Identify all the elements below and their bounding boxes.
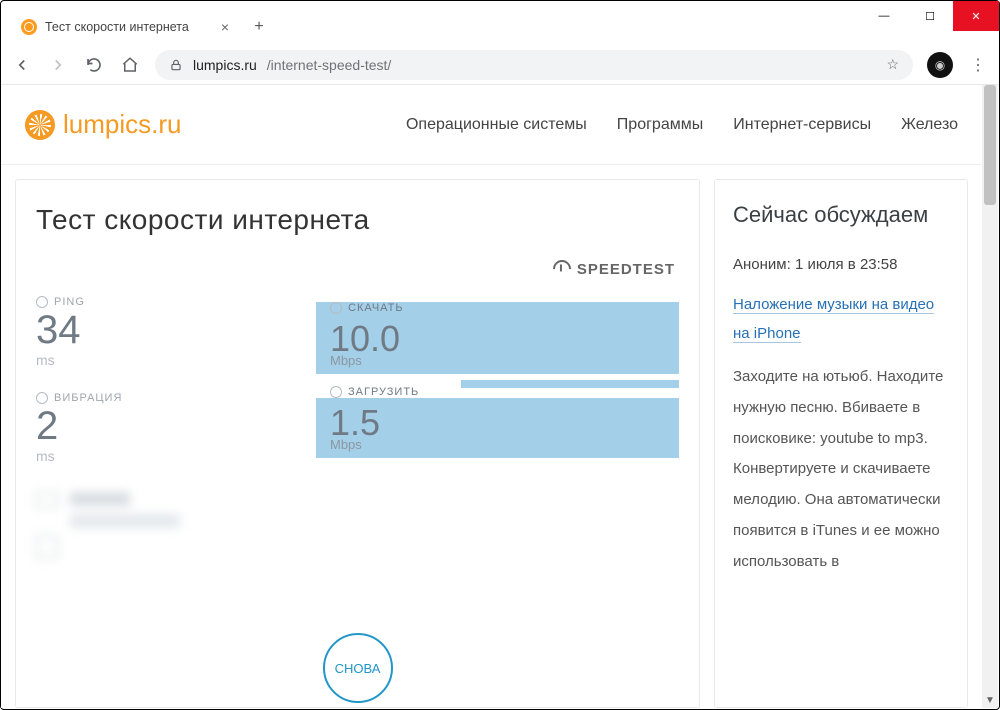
- download-unit: Mbps: [330, 353, 362, 368]
- reload-button[interactable]: [83, 54, 105, 76]
- browser-menu-button[interactable]: ⋮: [967, 54, 989, 76]
- download-icon: [330, 302, 342, 314]
- page-title: Тест скорости интернета: [36, 204, 679, 236]
- nav-programs[interactable]: Программы: [617, 116, 703, 134]
- back-button[interactable]: [11, 54, 33, 76]
- tab-close-button[interactable]: ×: [221, 19, 229, 35]
- gauge-icon: [549, 256, 574, 281]
- jitter-unit: ms: [36, 448, 316, 464]
- speedtest-brand-text: SPEEDTEST: [577, 261, 675, 278]
- site-header: lumpics.ru Операционные системы Программ…: [1, 85, 982, 165]
- ping-value: 34: [36, 308, 316, 352]
- home-button[interactable]: [119, 54, 141, 76]
- nav-hardware[interactable]: Железо: [901, 116, 958, 134]
- ping-unit: ms: [36, 352, 316, 368]
- server-icon: [36, 536, 58, 558]
- ping-metric: PING 34 ms: [36, 296, 316, 368]
- forward-button[interactable]: [47, 54, 69, 76]
- comment-time: 1 июля в 23:58: [795, 256, 898, 273]
- scroll-down-button[interactable]: ▼: [982, 692, 998, 708]
- browser-tab[interactable]: Тест скорости интернета ×: [11, 10, 239, 44]
- new-tab-button[interactable]: +: [245, 13, 273, 41]
- upload-icon: [330, 386, 342, 398]
- vertical-scrollbar[interactable]: ▲ ▼: [982, 85, 998, 708]
- nav-os[interactable]: Операционные системы: [406, 116, 587, 134]
- ping-icon: [36, 296, 48, 308]
- url-path: /internet-speed-test/: [267, 57, 392, 73]
- address-bar[interactable]: lumpics.ru/internet-speed-test/ ☆: [155, 50, 913, 80]
- download-label: СКАЧАТЬ: [348, 302, 404, 314]
- tab-title: Тест скорости интернета: [45, 20, 189, 34]
- logo-text: lumpics.ru: [63, 109, 181, 140]
- run-again-label: СНОВА: [335, 661, 381, 676]
- nav-internet-services[interactable]: Интернет-сервисы: [733, 116, 871, 134]
- jitter-value: 2: [36, 404, 316, 448]
- upload-graph: ЗАГРУЗИТЬ 1.5 Mbps: [316, 380, 679, 458]
- jitter-label: ВИБРАЦИЯ: [54, 392, 122, 404]
- server-info-blurred: [36, 492, 679, 558]
- run-again-button[interactable]: СНОВА: [323, 633, 393, 703]
- site-logo[interactable]: lumpics.ru: [25, 109, 181, 140]
- sidebar-heading: Сейчас обсуждаем: [733, 200, 949, 230]
- jitter-icon: [36, 392, 48, 404]
- comment-body: Заходите на ютьюб. Находите нужную песню…: [733, 362, 949, 577]
- scrollbar-thumb[interactable]: [984, 85, 996, 205]
- main-card: Тест скорости интернета SPEEDTEST PING 3…: [15, 179, 700, 708]
- favicon-icon: [21, 19, 37, 35]
- device-icon: [36, 492, 58, 508]
- download-graph: СКАЧАТЬ 10.0 Mbps: [316, 296, 679, 374]
- ping-label: PING: [54, 296, 85, 308]
- comment-link[interactable]: Наложение музыки на видео на iPhone: [733, 296, 934, 343]
- window-close-button[interactable]: ✕: [953, 1, 999, 31]
- upload-unit: Mbps: [330, 437, 362, 452]
- comment-author: Аноним:: [733, 256, 791, 273]
- bookmark-star-button[interactable]: ☆: [886, 56, 899, 73]
- window-maximize-button[interactable]: ☐: [907, 1, 953, 31]
- url-domain: lumpics.ru: [193, 57, 257, 73]
- jitter-metric: ВИБРАЦИЯ 2 ms: [36, 392, 316, 464]
- window-minimize-button[interactable]: —: [861, 1, 907, 31]
- profile-avatar-button[interactable]: ◉: [927, 52, 953, 78]
- logo-icon: [25, 110, 55, 140]
- speedtest-brand: SPEEDTEST: [553, 260, 675, 278]
- lock-icon: [169, 58, 183, 72]
- upload-label: ЗАГРУЗИТЬ: [348, 386, 419, 398]
- sidebar-card: Сейчас обсуждаем Аноним: 1 июля в 23:58 …: [714, 179, 968, 708]
